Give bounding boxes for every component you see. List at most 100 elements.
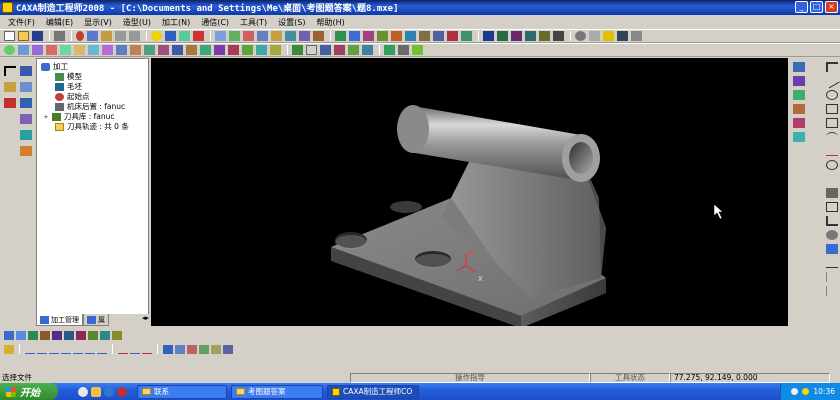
join-icon[interactable] xyxy=(242,45,253,55)
start-button[interactable]: 开始 xyxy=(0,383,58,400)
measure-icon[interactable] xyxy=(320,45,331,55)
section-icon[interactable] xyxy=(313,31,324,41)
curve-edit-icon[interactable] xyxy=(25,345,35,354)
grid-snap-icon[interactable] xyxy=(398,45,409,55)
pointer-icon[interactable] xyxy=(826,62,838,72)
material-icon[interactable] xyxy=(193,31,204,41)
view-back-icon[interactable] xyxy=(793,118,805,128)
layer-icon[interactable] xyxy=(306,45,317,55)
graphics-viewport[interactable]: Z X xyxy=(151,58,788,326)
view-right-icon[interactable] xyxy=(793,90,805,100)
zoom-window-icon[interactable] xyxy=(497,31,508,41)
quicklaunch-ie-icon[interactable] xyxy=(104,386,114,397)
redo-icon[interactable] xyxy=(129,31,140,41)
mesh-icon[interactable] xyxy=(229,31,240,41)
save-icon[interactable] xyxy=(32,31,43,41)
curve-break-icon[interactable] xyxy=(49,345,59,354)
pencil-icon[interactable] xyxy=(4,344,14,354)
text-entity-icon[interactable] xyxy=(362,45,373,55)
task-answers[interactable]: 考图题答案 xyxy=(231,384,323,399)
pen-icon[interactable] xyxy=(4,82,16,92)
move-icon[interactable] xyxy=(200,45,211,55)
drill-icon[interactable] xyxy=(76,330,86,340)
tray-network-icon[interactable] xyxy=(791,388,799,395)
maximize-button[interactable]: □ xyxy=(810,1,823,13)
sketch-icon[interactable] xyxy=(335,31,346,41)
sphere-display-icon[interactable] xyxy=(575,31,586,41)
shell-icon[interactable] xyxy=(433,31,444,41)
extrude-icon[interactable] xyxy=(349,31,360,41)
expand-plus-icon[interactable]: + xyxy=(43,113,49,121)
grid-display-icon[interactable] xyxy=(589,31,600,41)
view-iso-icon[interactable] xyxy=(793,104,805,114)
scale-icon[interactable] xyxy=(186,45,197,55)
attribute-icon[interactable] xyxy=(165,31,176,41)
quicklaunch-app-icon[interactable] xyxy=(117,386,127,397)
hidden-line-icon[interactable] xyxy=(271,31,282,41)
select-arrow-icon[interactable] xyxy=(4,66,16,76)
line-icon[interactable] xyxy=(18,45,29,55)
menu-communication[interactable]: 通信(C) xyxy=(201,17,229,28)
rectangle-tool-icon[interactable] xyxy=(826,104,838,114)
contour-rough-icon[interactable] xyxy=(16,330,26,340)
wave-blue-icon[interactable] xyxy=(130,345,140,354)
fillet-curve-icon[interactable] xyxy=(270,45,281,55)
plane-icon[interactable] xyxy=(292,45,303,55)
tray-volume-icon[interactable] xyxy=(802,388,810,395)
tab-scroll-right-icon[interactable]: ▸ xyxy=(145,314,149,326)
shade-icon[interactable] xyxy=(243,31,254,41)
dimension-tool-icon[interactable] xyxy=(826,202,838,212)
move-transform-icon[interactable] xyxy=(175,344,185,354)
view-top-icon[interactable] xyxy=(793,76,805,86)
quicklaunch-browser-icon[interactable] xyxy=(78,386,88,397)
undo-icon[interactable] xyxy=(115,31,126,41)
rotate-icon[interactable] xyxy=(539,31,550,41)
delete-entity-icon[interactable] xyxy=(228,45,239,55)
engrave-icon[interactable] xyxy=(88,330,98,340)
point-icon[interactable] xyxy=(4,98,16,108)
chamfer-icon[interactable] xyxy=(419,31,430,41)
view-front-icon[interactable] xyxy=(793,62,805,72)
break-icon[interactable] xyxy=(256,45,267,55)
trim-icon[interactable] xyxy=(144,45,155,55)
waterline-icon[interactable] xyxy=(40,330,50,340)
copy-entity-icon[interactable] xyxy=(214,45,225,55)
print-icon[interactable] xyxy=(54,31,65,41)
polygon-tool-icon[interactable] xyxy=(826,118,838,128)
rect-icon[interactable] xyxy=(60,45,71,55)
arc-icon[interactable] xyxy=(32,45,43,55)
projection-tool-icon[interactable] xyxy=(826,258,838,268)
text-tool-icon[interactable] xyxy=(826,174,838,184)
menu-edit[interactable]: 编辑(E) xyxy=(46,17,73,28)
loft-icon[interactable] xyxy=(391,31,402,41)
sweep-icon[interactable] xyxy=(377,31,388,41)
minimize-button[interactable]: _ xyxy=(795,1,808,13)
line-draw-icon[interactable] xyxy=(20,82,32,92)
zoom-in-icon[interactable] xyxy=(511,31,522,41)
area-rough-icon[interactable] xyxy=(28,330,38,340)
close-button[interactable]: × xyxy=(825,1,838,13)
array-transform-icon[interactable] xyxy=(211,344,221,354)
quicklaunch-folder-icon[interactable] xyxy=(91,386,101,397)
snap-icon[interactable] xyxy=(384,45,395,55)
menu-file[interactable]: 文件(F) xyxy=(8,17,35,28)
tab-properties[interactable]: 属 xyxy=(83,314,109,326)
filter-icon[interactable] xyxy=(179,31,190,41)
revolve-icon[interactable] xyxy=(363,31,374,41)
curve-draw-icon[interactable] xyxy=(20,98,32,108)
spline-icon[interactable] xyxy=(88,45,99,55)
zoom-out-icon[interactable] xyxy=(525,31,536,41)
render-icon[interactable] xyxy=(617,31,628,41)
pocket-icon[interactable] xyxy=(64,330,74,340)
polygon-icon[interactable] xyxy=(74,45,85,55)
iso-view-icon[interactable] xyxy=(299,31,310,41)
tab-machining-manager[interactable]: 加工管理 xyxy=(36,314,83,326)
polyline-icon[interactable] xyxy=(20,146,32,156)
semi-finish-icon[interactable] xyxy=(112,330,122,340)
mirror-icon[interactable] xyxy=(130,45,141,55)
roughing-icon[interactable] xyxy=(4,330,14,340)
tree-item-toolpath[interactable]: 刀具轨迹 : 共 0 条 xyxy=(55,121,129,132)
mirror-transform-icon[interactable] xyxy=(199,344,209,354)
ellipse-tool-icon[interactable] xyxy=(826,160,838,170)
new-file-icon[interactable] xyxy=(4,31,15,41)
